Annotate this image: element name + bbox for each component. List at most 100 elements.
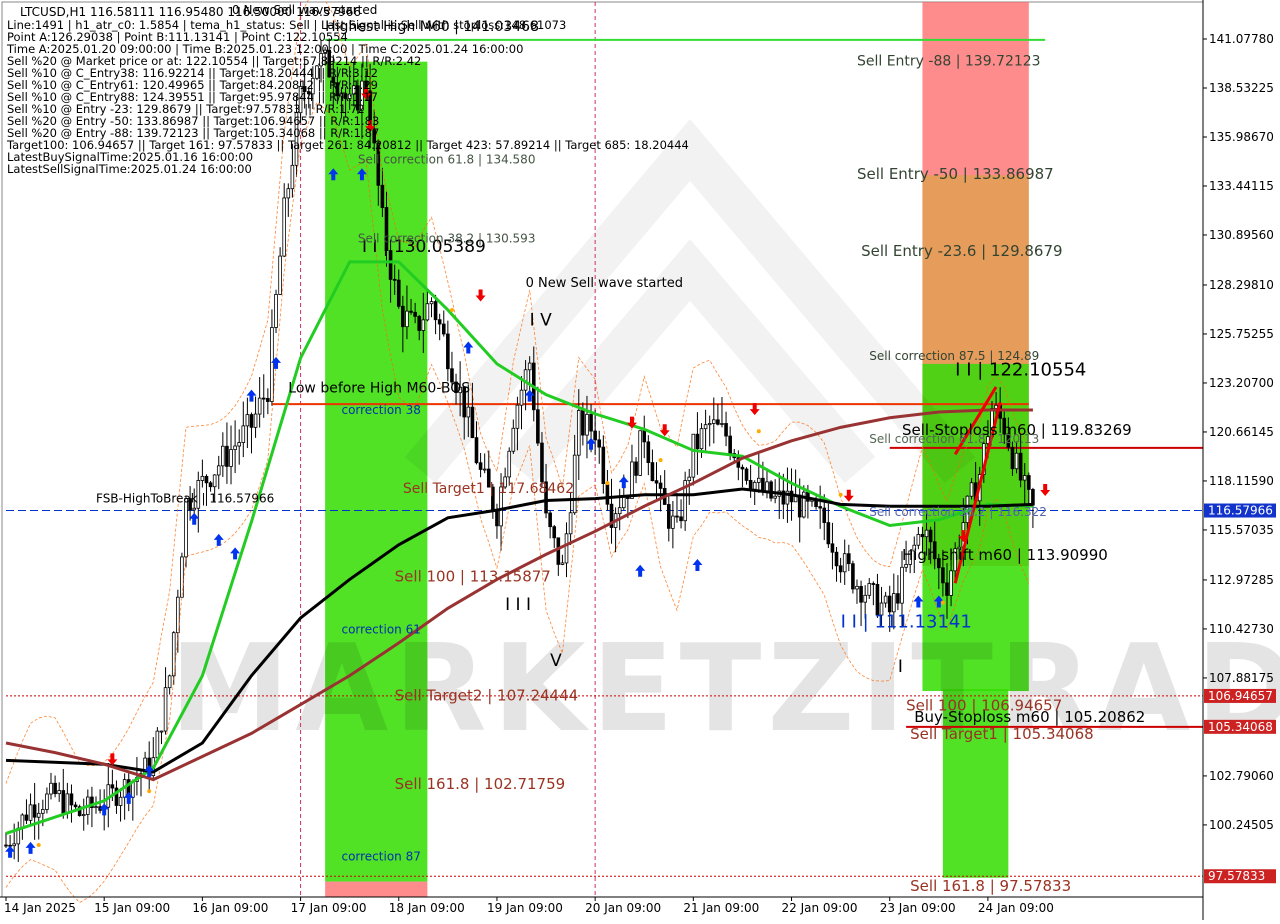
candle-bull <box>1022 475 1027 481</box>
candle-bear <box>478 462 483 470</box>
candle-bear <box>110 784 115 789</box>
chart-annotation: High shift m60 | 113.90990 <box>902 546 1108 564</box>
candle-bull <box>421 319 426 331</box>
price-tick-label: 123.20700 <box>1209 376 1274 390</box>
candle-bear <box>601 446 606 484</box>
candle-bull <box>118 796 123 806</box>
chart-window: MARKETZITRADE Highest High M60 | 141.034… <box>0 0 1280 920</box>
candle-bear <box>838 565 843 573</box>
candle-bear <box>1027 475 1031 490</box>
candle-bull <box>564 533 569 564</box>
candle-bear <box>552 526 557 539</box>
candle-bull <box>576 410 581 456</box>
candle-bull <box>482 468 487 471</box>
candle-bull <box>699 428 704 450</box>
chart-annotation: Sell Entry -23.6 | 129.8679 <box>861 242 1063 260</box>
zone-blend <box>922 175 1029 364</box>
time-tick-label: 16 Jan 09:00 <box>192 901 268 915</box>
candle-bull <box>638 430 642 476</box>
chart-annotation: Sell 161.8 | 97.57833 <box>910 877 1071 895</box>
candle-bull <box>180 556 184 598</box>
candle-bull <box>274 294 278 328</box>
candle-bull <box>257 397 262 415</box>
candle-bull <box>863 594 867 603</box>
candle-bear <box>392 278 397 281</box>
candle-bull <box>192 507 196 511</box>
candle-bear <box>597 439 602 448</box>
candle-bear <box>69 793 74 806</box>
candle-bull <box>949 570 953 596</box>
candle-bull <box>1014 452 1019 470</box>
candle-bear <box>875 583 880 616</box>
candle-bear <box>53 782 57 795</box>
candle-bull <box>81 814 86 817</box>
candle-bear <box>225 445 229 467</box>
time-tick-label: 14 Jan 2025 <box>4 901 76 915</box>
candle-bear <box>650 462 655 482</box>
candle-bull <box>216 465 221 476</box>
candle-bull <box>28 804 33 821</box>
chart-annotation: Sell Target1 | 105.34068 <box>910 725 1094 743</box>
chart-annotation: correction 61 <box>341 622 420 636</box>
price-tick-label: 141.07780 <box>1209 32 1274 46</box>
price-tick-label: 112.97285 <box>1209 573 1274 587</box>
signal-dot-icon <box>940 600 945 605</box>
price-tick-label: 130.89560 <box>1209 228 1274 242</box>
signal-dot-icon <box>36 843 41 848</box>
candle-bear <box>679 516 683 522</box>
candle-bear <box>896 593 900 604</box>
candle-bull <box>159 730 164 733</box>
candle-bull <box>585 413 589 436</box>
candle-bull <box>527 362 532 371</box>
price-tick-label: 133.44115 <box>1209 179 1274 193</box>
candle-bear <box>748 480 753 490</box>
candle-bear <box>847 553 851 565</box>
price-tag-label: 106.94657 <box>1208 689 1273 703</box>
candle-bull <box>45 793 49 810</box>
candle-bull <box>621 496 626 509</box>
candle-bull <box>756 477 761 483</box>
price-tick-label: 110.42730 <box>1209 622 1274 636</box>
candle-bear <box>826 522 831 545</box>
price-tick-label: 100.24505 <box>1209 818 1274 832</box>
chart-annotation: Buy-Stoploss m60 | 105.20862 <box>914 708 1145 726</box>
candle-bull <box>711 419 716 424</box>
candle-bear <box>887 595 892 613</box>
chart-annotation: Sell Entry -50 | 133.86987 <box>857 165 1054 183</box>
candle-bear <box>945 582 949 596</box>
chart-annotation: I V <box>530 310 552 330</box>
candle-bear <box>675 515 679 518</box>
candle-bull <box>233 445 237 450</box>
candle-bear <box>249 414 254 428</box>
chart-annotation: Sell correction 61.8 | 120.13 <box>869 432 1039 446</box>
price-tick-label: 135.98670 <box>1209 130 1274 144</box>
candle-bull <box>691 433 696 478</box>
time-tick-label: 19 Jan 09:00 <box>487 901 563 915</box>
chart-annotation: FSB-HighToBreak | 116.57966 <box>96 491 274 505</box>
candle-bull <box>855 585 859 590</box>
price-tick-label: 120.66145 <box>1209 425 1274 439</box>
candle-bull <box>253 413 258 428</box>
candle-bear <box>266 397 270 402</box>
candle-bear <box>417 315 422 331</box>
candle-bull <box>773 495 777 499</box>
candle-bull <box>617 507 622 515</box>
chart-annotation: Sell correction 61.8 | 134.580 <box>358 153 536 167</box>
candle-bull <box>176 596 180 634</box>
chart-annotation: Sell Target2 | 107.24444 <box>395 687 579 705</box>
price-chart[interactable]: MARKETZITRADE Highest High M60 | 141.034… <box>0 0 1280 920</box>
candle-bear <box>646 441 651 463</box>
candle-bull <box>163 687 168 732</box>
candle-bear <box>589 413 593 432</box>
candle-bull <box>41 809 45 814</box>
chart-annotation: 0 New Sell wave started <box>526 276 683 291</box>
candle-bull <box>687 476 692 481</box>
price-tag-label: 116.57966 <box>1208 504 1273 518</box>
candle-bear <box>871 583 876 585</box>
candle-bear <box>920 534 925 538</box>
candle-bull <box>630 461 634 499</box>
candle-bear <box>61 790 66 814</box>
candle-bull <box>560 562 565 565</box>
signal-dot-icon <box>449 307 454 312</box>
time-tick-label: 20 Jan 09:00 <box>585 901 661 915</box>
